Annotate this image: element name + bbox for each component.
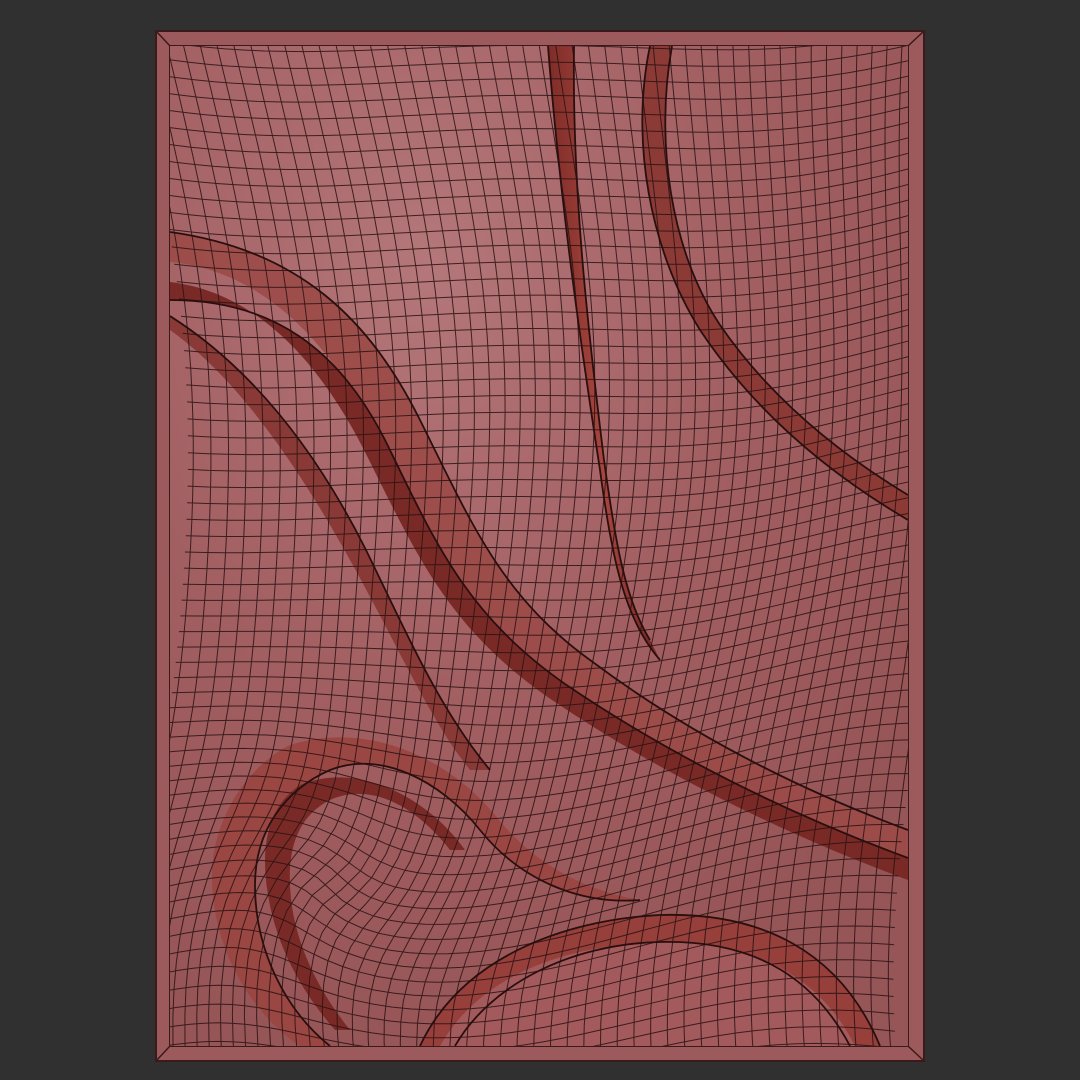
- relief-panel-mesh: [155, 30, 925, 1062]
- viewport: [0, 0, 1080, 1080]
